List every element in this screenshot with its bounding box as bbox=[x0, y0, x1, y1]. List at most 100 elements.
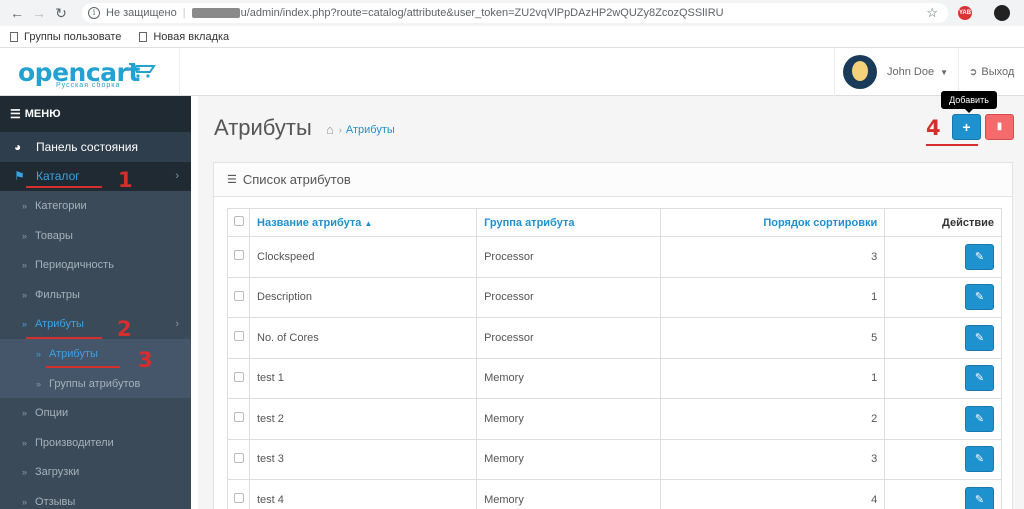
extension-icon[interactable]: YAB bbox=[958, 6, 972, 20]
edit-button[interactable]: ✎ bbox=[965, 446, 994, 473]
sidebar-item-filters[interactable]: » Фильтры bbox=[0, 279, 191, 310]
column-header-name[interactable]: Название атрибута ▲ bbox=[248, 208, 478, 237]
bookmark-star-icon[interactable]: ☆ bbox=[926, 5, 938, 21]
attribute-sort-order: 2 bbox=[659, 398, 886, 440]
pencil-icon: ✎ bbox=[974, 412, 985, 425]
select-all-checkbox[interactable] bbox=[233, 216, 244, 226]
attribute-sort-order: 1 bbox=[659, 276, 886, 318]
bookmark-item[interactable]: Группы пользовате bbox=[10, 31, 121, 43]
edit-button[interactable]: ✎ bbox=[965, 365, 994, 392]
attribute-list-panel: ☰ Список атрибутов Название атрибута ▲ Г… bbox=[213, 162, 1013, 509]
sidebar-item-options[interactable]: » Опции bbox=[0, 398, 191, 428]
column-header-action: Действие bbox=[884, 208, 1002, 237]
double-chevron-icon: » bbox=[22, 289, 28, 300]
row-checkbox[interactable] bbox=[233, 250, 244, 261]
edit-button[interactable]: ✎ bbox=[965, 243, 994, 270]
page-title: Атрибуты bbox=[214, 115, 312, 140]
sidebar-item-label: Загрузки bbox=[35, 466, 80, 479]
sidebar-item-label: Периодичность bbox=[35, 259, 114, 272]
home-icon[interactable]: ⌂ bbox=[326, 122, 334, 137]
row-checkbox[interactable] bbox=[233, 452, 244, 463]
address-bar[interactable]: i Не защищено | u/admin/index.php?route=… bbox=[82, 3, 948, 23]
delete-button[interactable]: ▮ bbox=[985, 114, 1014, 140]
annotation-number: 1 bbox=[118, 168, 133, 192]
browser-toolbar: ← → ↻ i Не защищено | u/admin/index.php?… bbox=[0, 0, 1024, 26]
action-cell: ✎ bbox=[884, 236, 1002, 278]
select-all-cell bbox=[227, 208, 250, 237]
double-chevron-icon: » bbox=[36, 378, 42, 389]
sidebar-item-label: Опции bbox=[35, 407, 69, 420]
logo[interactable]: opencart Русская сборка bbox=[0, 48, 180, 96]
add-tooltip: Добавить bbox=[941, 91, 997, 113]
attribute-name: test 4 bbox=[248, 479, 478, 509]
sidebar-item-manufacturers[interactable]: » Производители bbox=[0, 427, 191, 458]
row-select-cell bbox=[227, 479, 250, 509]
pencil-icon: ✎ bbox=[974, 372, 985, 385]
user-menu[interactable]: John Doe ▼ bbox=[834, 48, 958, 96]
main-content: Атрибуты ⌂ › Атрибуты Добавить 4 + ▮ ☰ С… bbox=[198, 91, 1024, 509]
bookmarks-bar: Группы пользовате Новая вкладка bbox=[0, 26, 1024, 48]
attribute-sort-order: 3 bbox=[659, 438, 886, 480]
attribute-group: Memory bbox=[476, 398, 661, 440]
profile-icon[interactable] bbox=[994, 5, 1010, 21]
edit-button[interactable]: ✎ bbox=[965, 284, 994, 311]
edit-button[interactable]: ✎ bbox=[965, 486, 994, 509]
edit-button[interactable]: ✎ bbox=[965, 324, 994, 351]
reload-icon[interactable]: ↻ bbox=[50, 5, 72, 22]
column-header-group[interactable]: Группа атрибута bbox=[476, 208, 661, 237]
pencil-icon: ✎ bbox=[974, 291, 985, 304]
attribute-sort-order: 3 bbox=[659, 236, 886, 278]
breadcrumb-link[interactable]: Атрибуты bbox=[346, 124, 395, 136]
attribute-group: Processor bbox=[476, 276, 661, 318]
row-checkbox[interactable] bbox=[233, 371, 244, 382]
column-header-sort[interactable]: Порядок сортировки bbox=[659, 208, 886, 237]
sidebar-item-products[interactable]: » Товары bbox=[0, 220, 191, 251]
sidebar-item-label: Категории bbox=[35, 199, 87, 212]
row-checkbox[interactable] bbox=[233, 412, 244, 423]
row-checkbox[interactable] bbox=[233, 331, 244, 342]
forward-icon[interactable]: → bbox=[28, 5, 50, 21]
bookmark-item[interactable]: Новая вкладка bbox=[139, 31, 229, 43]
annotation-underline bbox=[26, 186, 102, 188]
trash-icon: ▮ bbox=[996, 121, 1003, 132]
pencil-icon: ✎ bbox=[974, 453, 985, 466]
menu-label: МЕНЮ bbox=[24, 108, 61, 120]
attribute-name: test 3 bbox=[248, 438, 478, 480]
caret-down-icon: ▼ bbox=[940, 67, 949, 77]
sort-asc-icon: ▲ bbox=[364, 218, 373, 228]
info-icon[interactable]: i bbox=[88, 7, 100, 19]
sidebar-item-recurring[interactable]: » Периодичность bbox=[0, 250, 191, 280]
table-row: test 4 Memory 4 ✎ bbox=[227, 479, 1002, 509]
logout-button[interactable]: ➲ Выход bbox=[958, 48, 1024, 96]
sidebar-item-reviews[interactable]: » Отзывы bbox=[0, 487, 191, 509]
sidebar-item-categories[interactable]: » Категории bbox=[0, 191, 191, 221]
row-select-cell bbox=[227, 317, 250, 359]
annotation-underline bbox=[926, 144, 978, 146]
annotation-underline bbox=[46, 366, 120, 368]
bookmark-label: Группы пользовате bbox=[24, 30, 122, 43]
menu-header: ☰ МЕНЮ bbox=[0, 96, 191, 132]
table-row: No. of Cores Processor 5 ✎ bbox=[227, 317, 1002, 359]
panel-header: ☰ Список атрибутов bbox=[214, 163, 1012, 197]
double-chevron-icon: » bbox=[22, 260, 28, 271]
sidebar-item-label: Панель состояния bbox=[36, 139, 138, 154]
row-checkbox[interactable] bbox=[233, 290, 244, 301]
table-header-row: Название атрибута ▲ Группа атрибута Поря… bbox=[227, 208, 1002, 237]
column-header-label: Название атрибута bbox=[257, 216, 362, 229]
double-chevron-icon: » bbox=[36, 348, 42, 359]
page-icon bbox=[139, 31, 148, 42]
sidebar-item-attributes-list[interactable]: » Атрибуты bbox=[0, 339, 191, 369]
sidebar-item-label: Атрибуты bbox=[35, 318, 84, 331]
add-button[interactable]: + bbox=[952, 114, 981, 140]
back-icon[interactable]: ← bbox=[6, 5, 28, 21]
sidebar-item-dashboard[interactable]: ◕ Панель состояния bbox=[0, 132, 191, 162]
chevron-right-icon: › bbox=[175, 318, 179, 331]
sidebar-item-downloads[interactable]: » Загрузки bbox=[0, 457, 191, 488]
row-checkbox[interactable] bbox=[233, 493, 244, 504]
attribute-group: Processor bbox=[476, 317, 661, 359]
sidebar-item-attribute-groups[interactable]: » Группы атрибутов bbox=[0, 368, 191, 399]
sidebar-item-attributes[interactable]: » Атрибуты › bbox=[0, 309, 191, 340]
annotation-number: 3 bbox=[138, 348, 153, 372]
attribute-sort-order: 1 bbox=[659, 357, 886, 399]
edit-button[interactable]: ✎ bbox=[965, 405, 994, 432]
